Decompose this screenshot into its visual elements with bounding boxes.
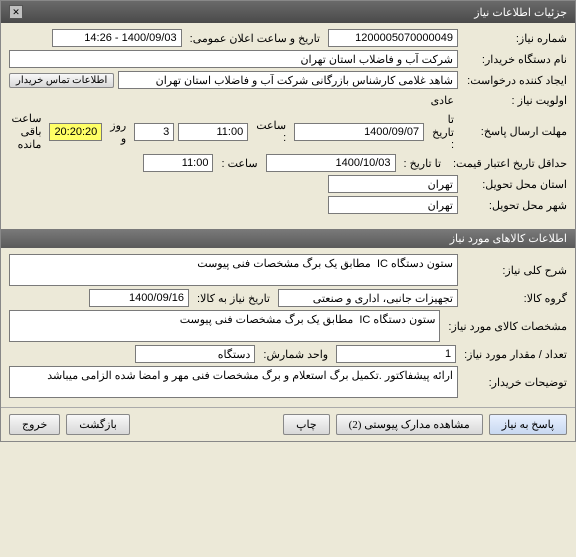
desc-field[interactable] — [9, 254, 458, 286]
attachments-button[interactable]: مشاهده مدارک پیوستی (2) — [336, 414, 483, 435]
exit-button[interactable]: خروج — [9, 414, 60, 435]
validity-time-field[interactable] — [143, 154, 213, 172]
window: جزئیات اطلاعات نیاز ✕ شماره نیاز: تاریخ … — [0, 0, 576, 442]
validity-date-field[interactable] — [266, 154, 396, 172]
need-info-section: شماره نیاز: تاریخ و ساعت اعلان عمومی: نا… — [1, 23, 575, 223]
unit-label: واحد شمارش: — [259, 348, 332, 361]
priority-value: عادی — [427, 92, 458, 109]
need-number-field[interactable] — [328, 29, 458, 47]
remaining-label: ساعت باقی مانده — [8, 112, 46, 151]
group-label: گروه کالا: — [462, 292, 567, 305]
bottom-toolbar: پاسخ به نیاز مشاهده مدارک پیوستی (2) چاپ… — [1, 407, 575, 441]
buyer-notes-label: توضیحات خریدار: — [462, 376, 567, 389]
spec-field[interactable] — [9, 310, 440, 342]
buyer-label: نام دستگاه خریدار: — [462, 53, 567, 66]
time-label-2: ساعت : — [217, 157, 261, 170]
need-date-label: تاریخ نیاز به کالا: — [193, 292, 274, 305]
delivery-city-field[interactable] — [328, 196, 458, 214]
unit-field[interactable] — [135, 345, 255, 363]
qty-label: تعداد / مقدار مورد نیاز: — [460, 348, 567, 361]
to-date-label: تا تاریخ : — [428, 113, 458, 151]
priority-label: اولویت نیاز : — [462, 94, 567, 107]
validity-label: حداقل تاریخ اعتبار قیمت: — [449, 157, 567, 170]
announce-field[interactable] — [52, 29, 182, 47]
delivery-province-label: استان محل تحویل: — [462, 178, 567, 191]
need-date-field[interactable] — [89, 289, 189, 307]
group-field[interactable] — [278, 289, 458, 307]
need-number-label: شماره نیاز: — [462, 32, 567, 45]
goods-section: شرح کلی نیاز: گروه کالا: تاریخ نیاز به ک… — [1, 248, 575, 407]
creator-field[interactable] — [118, 71, 458, 89]
time-label-1: ساعت : — [252, 119, 290, 144]
reply-button[interactable]: پاسخ به نیاز — [489, 414, 567, 435]
print-button[interactable]: چاپ — [283, 414, 330, 435]
days-and-label: روز و — [106, 119, 130, 145]
spec-label: مشخصات کالای مورد نیاز: — [444, 320, 567, 333]
goods-section-header: اطلاعات کالاهای مورد نیاز — [1, 229, 575, 248]
buyer-notes-field[interactable] — [9, 366, 458, 398]
back-button[interactable]: بازگشت — [66, 414, 130, 435]
days-field[interactable] — [134, 123, 174, 141]
delivery-province-field[interactable] — [328, 175, 458, 193]
remaining-time: 20:20:20 — [49, 123, 102, 141]
window-title: جزئیات اطلاعات نیاز — [474, 6, 567, 19]
titlebar: جزئیات اطلاعات نیاز ✕ — [1, 1, 575, 23]
deadline-label: مهلت ارسال پاسخ: — [462, 125, 567, 138]
delivery-city-label: شهر محل تحویل: — [462, 199, 567, 212]
deadline-time-field[interactable] — [178, 123, 248, 141]
contact-buyer-button[interactable]: اطلاعات تماس خریدار — [9, 73, 114, 88]
buyer-field[interactable] — [9, 50, 458, 68]
deadline-date-field[interactable] — [294, 123, 424, 141]
toolbar-spacer — [136, 414, 277, 435]
close-icon[interactable]: ✕ — [9, 5, 23, 19]
to-date-label-2: تا تاریخ : — [400, 157, 445, 170]
creator-label: ایجاد کننده درخواست: — [462, 74, 567, 87]
announce-label: تاریخ و ساعت اعلان عمومی: — [186, 32, 324, 45]
qty-field[interactable] — [336, 345, 456, 363]
desc-label: شرح کلی نیاز: — [462, 264, 567, 277]
